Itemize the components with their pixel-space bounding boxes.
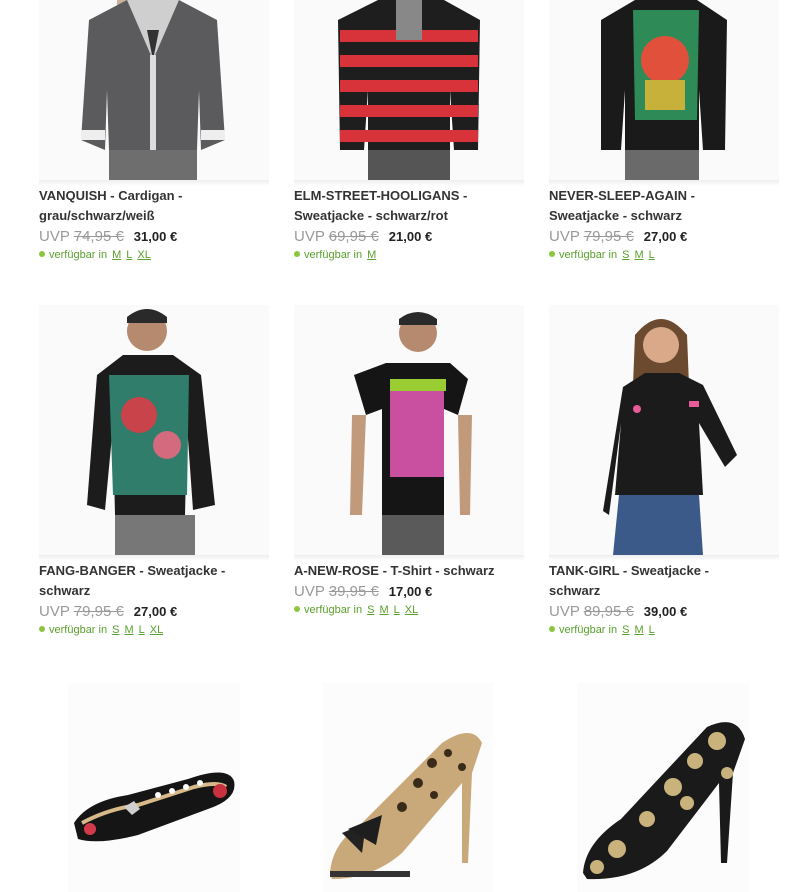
sale-price: 21,00 €: [388, 229, 433, 244]
sale-price: 39,00 €: [643, 604, 688, 619]
sale-price: 27,00 €: [133, 604, 178, 619]
availability: verfügbar in M L XL: [39, 248, 279, 262]
availability: verfügbar in S M L XL: [39, 623, 279, 637]
old-price: 74,95 €: [73, 228, 124, 245]
uvp-label: UVP: [39, 603, 70, 620]
availability-dot-icon: [39, 626, 45, 632]
price-row: UVP 39,95 € 17,00 €: [294, 583, 524, 601]
availability: verfügbar in M: [294, 248, 534, 262]
size-link[interactable]: M: [634, 624, 643, 636]
uvp-label: UVP: [294, 583, 325, 600]
sale-price: 31,00 €: [133, 229, 178, 244]
uvp-label: UVP: [294, 228, 325, 245]
size-link[interactable]: XL: [405, 604, 418, 616]
size-link[interactable]: S: [622, 249, 629, 261]
uvp-label: UVP: [39, 228, 70, 245]
product-title[interactable]: NEVER-SLEEP-AGAIN - Sweatjacke - schwarz: [549, 186, 779, 226]
old-price: 89,95 €: [583, 603, 634, 620]
product-title[interactable]: VANQUISH - Cardigan - grau/schwarz/weiß: [39, 186, 269, 226]
old-price: 39,95 €: [328, 583, 379, 600]
size-link[interactable]: S: [367, 604, 374, 616]
product-title[interactable]: A-NEW-ROSE - T-Shirt - schwarz: [294, 561, 524, 581]
size-link[interactable]: XL: [137, 249, 150, 261]
size-link[interactable]: M: [124, 624, 133, 636]
size-link[interactable]: L: [649, 624, 655, 636]
product-title[interactable]: ELM-STREET-HOOLIGANS - Sweatjacke - schwa…: [294, 186, 524, 226]
product-image[interactable]: [39, 305, 269, 555]
uvp-label: UVP: [549, 603, 580, 620]
sale-price: 17,00 €: [388, 584, 433, 599]
size-link[interactable]: L: [139, 624, 145, 636]
sale-price: 27,00 €: [643, 229, 688, 244]
old-price: 79,95 €: [73, 603, 124, 620]
size-link[interactable]: M: [112, 249, 121, 261]
product-title[interactable]: FANG-BANGER - Sweatjacke - schwarz: [39, 561, 269, 601]
availability-dot-icon: [294, 606, 300, 612]
uvp-label: UVP: [549, 228, 580, 245]
product-grid: VANQUISH - Cardigan - grau/schwarz/weiß U…: [0, 0, 799, 892]
product-image[interactable]: [294, 0, 524, 180]
size-link[interactable]: L: [649, 249, 655, 261]
availability: verfügbar in S M L: [549, 623, 789, 637]
size-link[interactable]: S: [112, 624, 119, 636]
availability-dot-icon: [294, 251, 300, 257]
product-title[interactable]: TANK-GIRL - Sweatjacke - schwarz: [549, 561, 779, 601]
price-row: UVP 89,95 € 39,00 €: [549, 603, 779, 621]
availability: verfügbar in S M L XL: [294, 603, 534, 617]
availability-dot-icon: [549, 251, 555, 257]
product-image-skull-pump[interactable]: [577, 683, 749, 892]
size-link[interactable]: S: [622, 624, 629, 636]
product-image-leopard-pump[interactable]: [322, 683, 494, 892]
availability-dot-icon: [39, 251, 45, 257]
price-row: UVP 79,95 € 27,00 €: [549, 228, 779, 246]
size-link[interactable]: XL: [150, 624, 163, 636]
size-link[interactable]: L: [126, 249, 132, 261]
product-image[interactable]: [549, 0, 779, 180]
size-link[interactable]: L: [394, 604, 400, 616]
price-row: UVP 69,95 € 21,00 €: [294, 228, 524, 246]
price-row: UVP 79,95 € 27,00 €: [39, 603, 269, 621]
old-price: 79,95 €: [583, 228, 634, 245]
price-row: UVP 74,95 € 31,00 €: [39, 228, 269, 246]
product-image[interactable]: [294, 305, 524, 555]
size-link[interactable]: M: [634, 249, 643, 261]
product-image[interactable]: [39, 0, 269, 180]
product-image[interactable]: [549, 305, 779, 555]
product-image-ballerina[interactable]: [68, 683, 240, 892]
size-link[interactable]: M: [367, 249, 376, 261]
availability-dot-icon: [549, 626, 555, 632]
size-link[interactable]: M: [379, 604, 388, 616]
availability: verfügbar in S M L: [549, 248, 789, 262]
old-price: 69,95 €: [328, 228, 379, 245]
